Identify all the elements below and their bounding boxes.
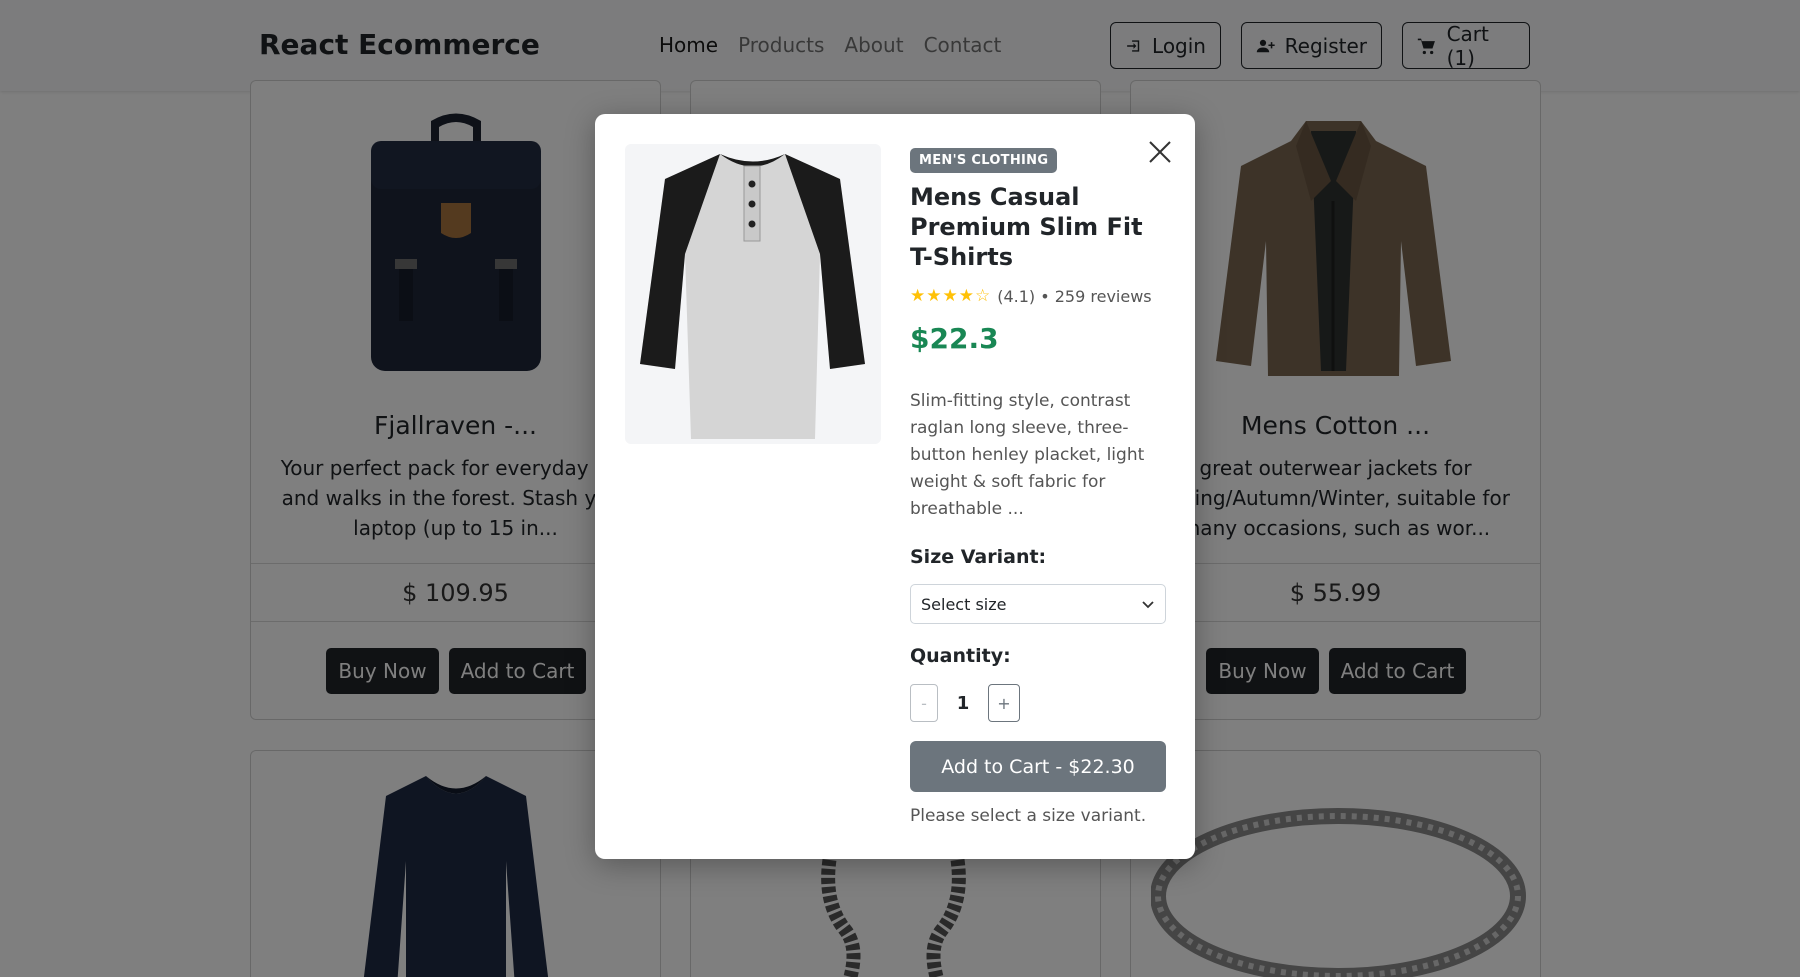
rating: ★★★★☆ (4.1) • 259 reviews [910, 286, 1152, 306]
size-select-value: Select size [921, 594, 1007, 614]
product-price: $22.3 [910, 322, 999, 355]
size-variant-label: Size Variant: [910, 546, 1047, 568]
size-hint: Please select a size variant. [910, 806, 1147, 826]
product-description: Slim-fitting style, contrast raglan long… [910, 391, 1145, 519]
add-to-cart-button[interactable]: Add to Cart - $22.30 [910, 741, 1166, 792]
quantity-increment-button[interactable]: + [988, 684, 1020, 722]
close-icon[interactable] [1145, 137, 1175, 167]
quantity-label: Quantity: [910, 645, 1011, 667]
rating-stars: ★★★★☆ [910, 286, 992, 306]
quantity-stepper: - 1 + [910, 684, 1020, 722]
chevron-down-icon [1142, 601, 1154, 609]
quantity-value: 1 [956, 692, 970, 714]
henley-tshirt-image [640, 154, 865, 439]
quantity-decrement-button[interactable]: - [910, 684, 938, 722]
category-badge: MEN'S CLOTHING [910, 148, 1058, 173]
size-select[interactable]: Select size [910, 584, 1166, 624]
rating-text: (4.1) • 259 reviews [997, 286, 1152, 306]
product-quick-view-modal: MEN'S CLOTHING Mens Casual Premium Slim … [595, 114, 1195, 859]
product-image [625, 144, 881, 444]
product-title: Mens Casual Premium Slim Fit T-Shirts [910, 183, 1143, 271]
